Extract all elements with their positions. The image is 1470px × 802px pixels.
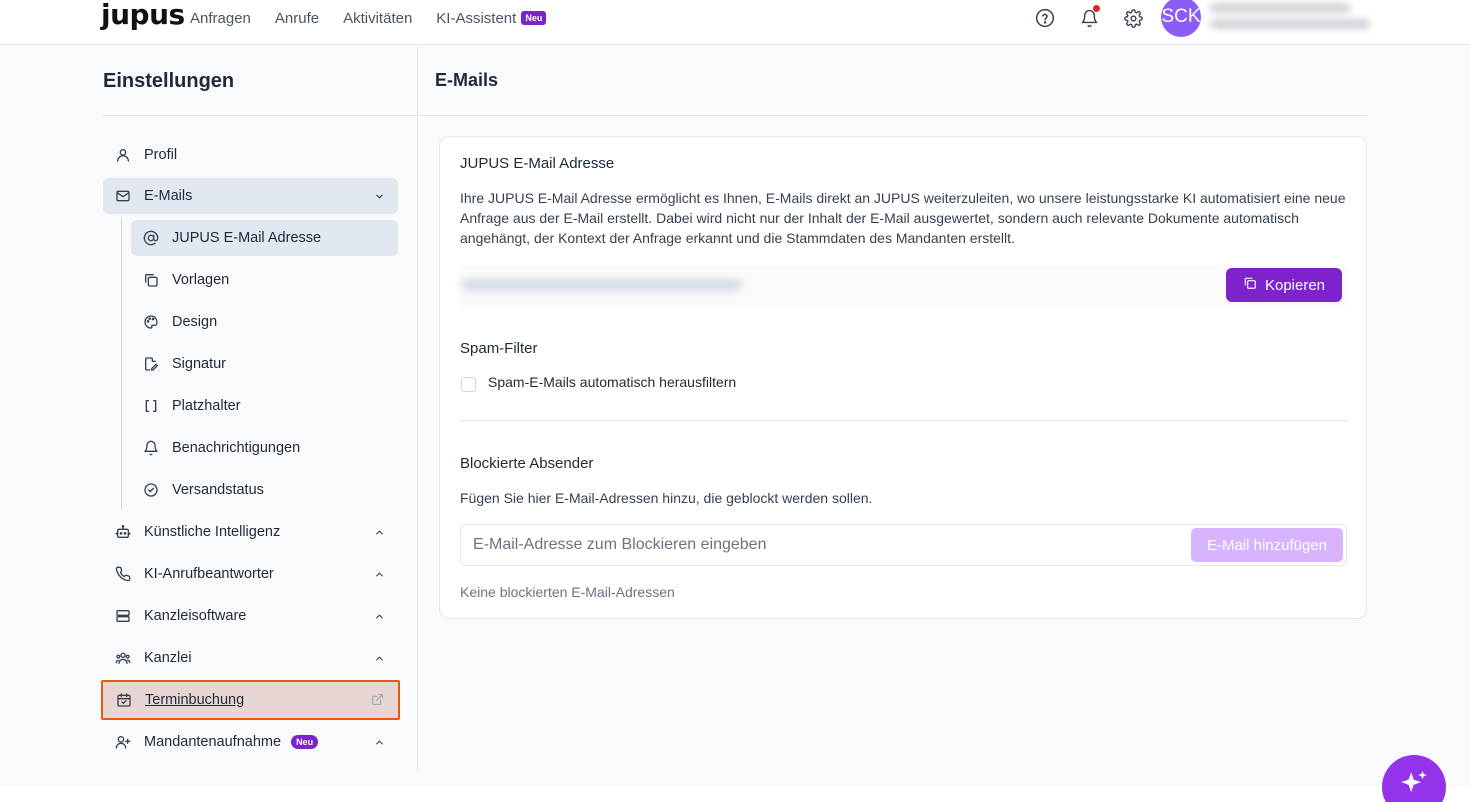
sidebar-item-kuenstliche-intelligenz[interactable]: Künstliche Intelligenz [103,514,398,550]
server-icon [114,607,132,625]
top-bar: jupus Anfragen Anrufe Aktivitäten KI-Ass… [0,0,1470,45]
sidebar-item-label: Künstliche Intelligenz [144,524,281,540]
copy-button[interactable]: Kopieren [1226,268,1342,302]
sidebar-item-design[interactable]: Design [131,304,398,340]
chevron-up-icon [372,609,386,623]
phone-icon [114,565,132,583]
submenu-line [121,218,122,509]
sparkle-icon [1397,768,1431,802]
sidebar-item-ki-anrufbeantworter[interactable]: KI-Anrufbeantworter [103,556,398,592]
sidebar-item-kanzlei[interactable]: Kanzlei [103,640,398,676]
sidebar-item-label: Kanzleisoftware [144,608,247,624]
robot-icon [114,523,132,541]
chevron-down-icon [372,189,386,203]
sidebar-item-label: JUPUS E-Mail Adresse [172,230,322,246]
nav-aktivitaeten[interactable]: Aktivitäten [343,10,412,27]
sidebar-item-profil[interactable]: Profil [103,137,398,173]
main-nav: Anfragen Anrufe Aktivitäten KI-Assistent… [190,0,547,36]
sidebar-item-label: KI-Anrufbeantworter [144,566,274,582]
page-title: E-Mails [435,70,499,90]
bell-icon [142,439,160,457]
sidebar-item-label: Mandantenaufnahme [144,734,282,750]
blocked-senders-heading: Blockierte Absender [460,455,594,472]
add-email-button[interactable]: E-Mail hinzufügen [1191,528,1343,562]
sidebar-item-label: Design [172,314,218,330]
nav-ki-assistent[interactable]: KI-Assistent Neu [436,9,547,27]
chevron-up-icon [372,567,386,581]
spam-filter-checkbox[interactable] [461,377,476,392]
sidebar-item-label: Terminbuchung [145,692,245,708]
spam-filter-heading: Spam-Filter [460,340,538,357]
chevron-up-icon [372,735,386,749]
sidebar-item-label: E-Mails [144,188,193,204]
notification-dot [1093,5,1100,12]
nav-anrufe[interactable]: Anrufe [275,10,319,27]
users-icon [114,649,132,667]
settings-title: Einstellungen [103,70,235,92]
sidebar-item-versandstatus[interactable]: Versandstatus [131,472,398,508]
sidebar-item-platzhalter[interactable]: Platzhalter [131,388,398,424]
avatar[interactable]: SCK [1161,0,1201,37]
sidebar-item-label: Kanzlei [144,650,192,666]
sidebar: Einstellungen Profil E-Mails JUPUS E-Mai… [0,45,418,772]
check-circle-icon [142,481,160,499]
mail-icon [114,187,132,205]
palette-icon [142,313,160,331]
copy-button-label: Kopieren [1264,276,1326,294]
jupus-logo[interactable]: jupus [101,0,185,33]
chevron-up-icon [372,525,386,539]
sidebar-item-label: Versandstatus [172,482,264,498]
email-settings-card: JUPUS E-Mail Adresse Ihre JUPUS E-Mail A… [439,136,1367,619]
at-icon [142,229,160,247]
sidebar-item-vorlagen[interactable]: Vorlagen [131,262,398,298]
jupus-email-heading: JUPUS E-Mail Adresse [460,155,615,172]
copy-icon [142,271,160,289]
divider [460,420,1348,421]
divider [103,115,418,116]
user-info-redacted[interactable] [1210,4,1375,34]
sidebar-item-label: Vorlagen [172,272,230,288]
sidebar-item-label: Profil [144,147,178,163]
brackets-icon [142,397,160,415]
external-link-icon [371,693,384,710]
new-badge: Neu [291,735,319,749]
blocked-senders-description: Fügen Sie hier E-Mail-Adressen hinzu, di… [460,490,873,506]
sidebar-item-jupus-email[interactable]: JUPUS E-Mail Adresse [131,220,398,256]
signature-icon [142,355,160,373]
copy-icon [1243,276,1257,294]
nav-anfragen[interactable]: Anfragen [190,10,251,27]
spam-filter-label[interactable]: Spam-E-Mails automatisch herausfiltern [488,374,736,390]
sidebar-item-label: Benachrichtigungen [172,440,301,456]
divider [419,115,1367,116]
bottom-strip [0,786,1470,802]
chevron-up-icon [372,651,386,665]
help-icon[interactable] [1034,7,1056,29]
sidebar-item-emails[interactable]: E-Mails [103,178,398,214]
main-area: Einstellungen Profil E-Mails JUPUS E-Mai… [0,45,1470,786]
sidebar-item-benachrichtigungen[interactable]: Benachrichtigungen [131,430,398,466]
sidebar-item-label: Platzhalter [172,398,241,414]
user-plus-icon [114,733,132,751]
user-icon [114,146,132,164]
block-email-field: E-Mail hinzufügen [460,524,1347,566]
sidebar-item-label: Signatur [172,356,227,372]
new-badge: Neu [521,11,547,25]
nav-ki-assistent-label: KI-Assistent [436,9,517,27]
bell-icon[interactable] [1078,5,1100,29]
sidebar-item-kanzleisoftware[interactable]: Kanzleisoftware [103,598,398,634]
jupus-email-description: Ihre JUPUS E-Mail Adresse ermöglicht es … [460,190,1346,246]
calendar-check-icon [115,691,133,709]
empty-blocked-note: Keine blockierten E-Mail-Adressen [460,584,675,600]
block-email-input[interactable] [473,525,1173,565]
sidebar-item-terminbuchung[interactable]: Terminbuchung [101,680,400,720]
sidebar-item-mandantenaufnahme[interactable]: Mandantenaufnahme Neu [103,724,398,760]
sidebar-item-signatur[interactable]: Signatur [131,346,398,382]
gear-icon[interactable] [1122,7,1144,29]
email-address-redacted[interactable] [462,279,742,291]
